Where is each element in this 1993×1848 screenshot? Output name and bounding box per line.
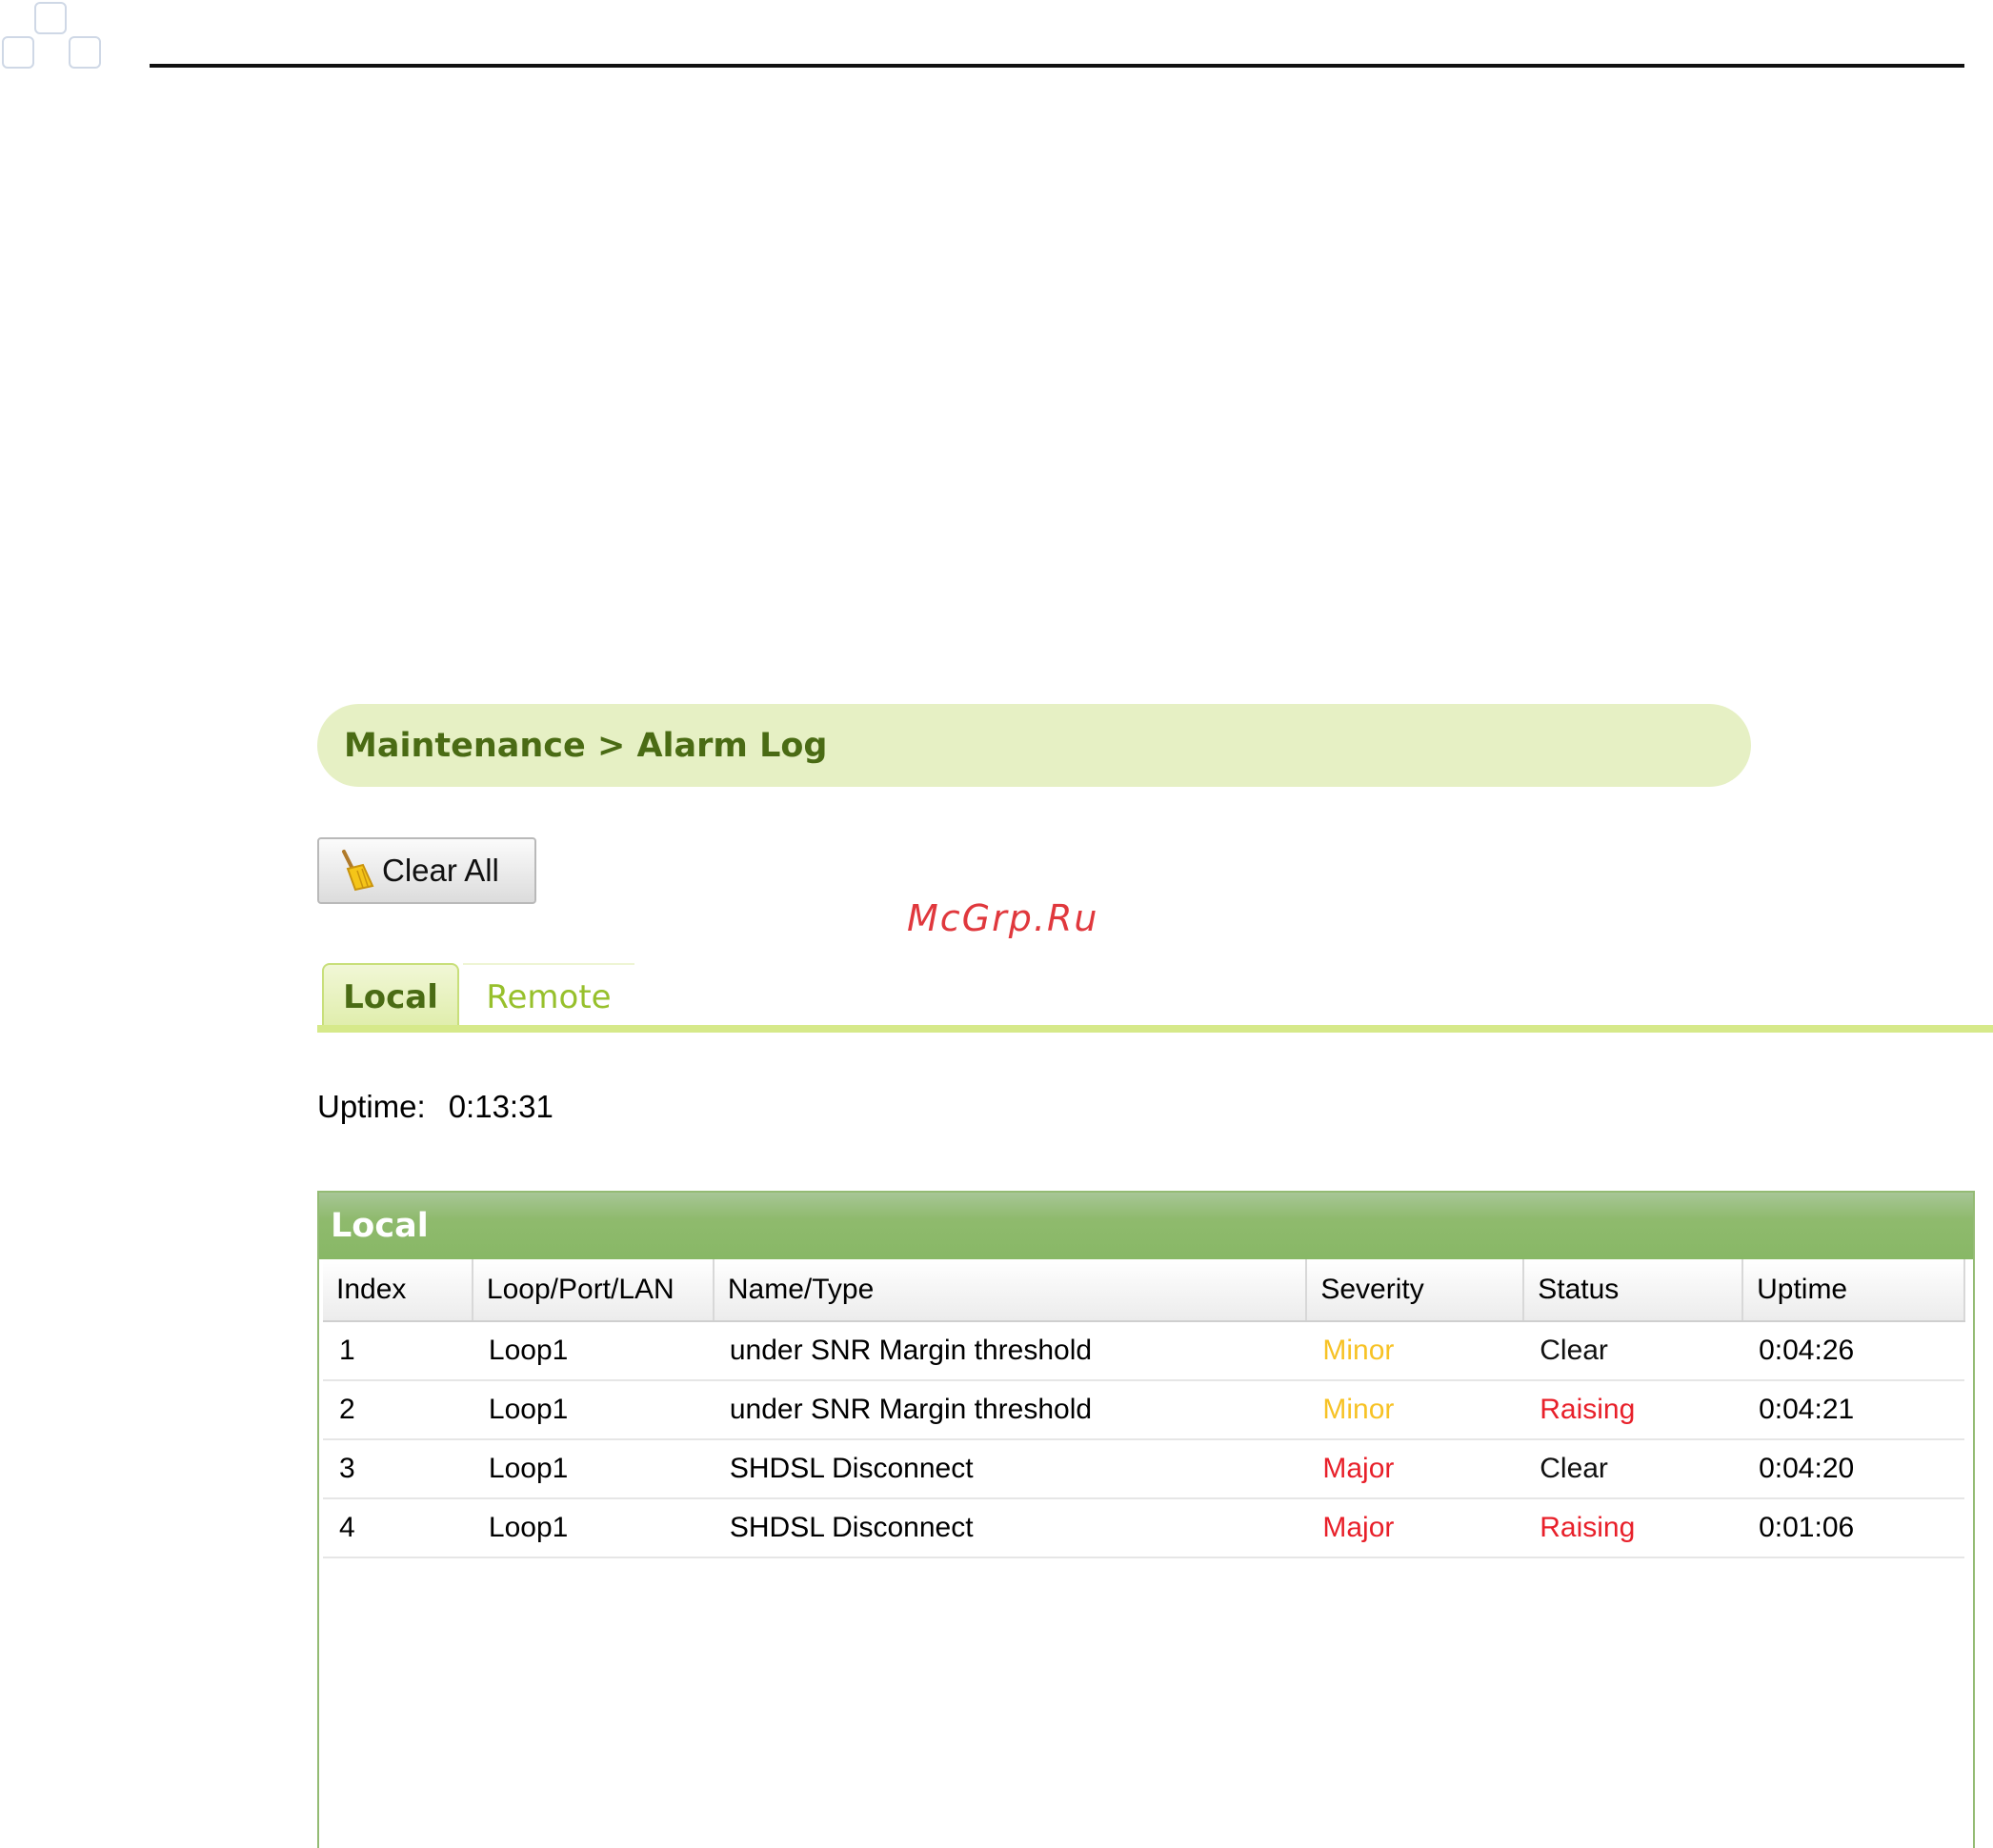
cell-status: Clear bbox=[1523, 1439, 1743, 1499]
column-header-status[interactable]: Status bbox=[1523, 1259, 1744, 1322]
column-header-loop[interactable]: Loop/Port/LAN bbox=[472, 1259, 715, 1322]
cell-uptime: 0:01:06 bbox=[1742, 1498, 1964, 1558]
table-row[interactable]: 2 Loop1 under SNR Margin threshold Minor… bbox=[323, 1380, 1964, 1440]
table-row[interactable]: 3 Loop1 SHDSL Disconnect Major Clear 0:0… bbox=[323, 1439, 1964, 1499]
cell-uptime: 0:04:20 bbox=[1742, 1439, 1964, 1499]
cell-uptime: 0:04:21 bbox=[1742, 1380, 1964, 1440]
corner-square-top bbox=[34, 2, 67, 34]
alarm-panel: Local Index Loop/Port/LAN Name/Type Seve… bbox=[317, 1191, 1975, 1848]
panel-title: Local bbox=[319, 1193, 1973, 1259]
clear-all-button[interactable]: Clear All bbox=[317, 837, 536, 904]
cell-index: 1 bbox=[323, 1321, 473, 1381]
header-rule bbox=[150, 64, 1964, 68]
breadcrumb-text: Maintenance > Alarm Log bbox=[344, 726, 828, 765]
cell-severity: Major bbox=[1306, 1498, 1524, 1558]
cell-name-type: under SNR Margin threshold bbox=[713, 1321, 1307, 1381]
corner-square-right bbox=[69, 36, 101, 69]
tab-local[interactable]: Local bbox=[322, 963, 459, 1030]
cell-name-type: SHDSL Disconnect bbox=[713, 1439, 1307, 1499]
cell-loop: Loop1 bbox=[472, 1439, 714, 1499]
column-header-index[interactable]: Index bbox=[323, 1259, 473, 1322]
cell-index: 4 bbox=[323, 1498, 473, 1558]
uptime-label: Uptime: bbox=[317, 1089, 426, 1124]
watermark-text: McGrp.Ru bbox=[907, 897, 1099, 939]
cell-loop: Loop1 bbox=[472, 1498, 714, 1558]
cell-status: Raising bbox=[1523, 1380, 1743, 1440]
cell-status: Raising bbox=[1523, 1498, 1743, 1558]
breadcrumb: Maintenance > Alarm Log bbox=[317, 704, 1751, 787]
uptime-value: 0:13:31 bbox=[448, 1089, 554, 1124]
table-header-row: Index Loop/Port/LAN Name/Type Severity S… bbox=[323, 1259, 1965, 1322]
clear-all-label: Clear All bbox=[382, 853, 499, 888]
tab-underline bbox=[317, 1025, 1993, 1033]
column-header-severity[interactable]: Severity bbox=[1306, 1259, 1525, 1322]
cell-severity: Minor bbox=[1306, 1380, 1524, 1440]
cell-status: Clear bbox=[1523, 1321, 1743, 1381]
alarm-table: Index Loop/Port/LAN Name/Type Severity S… bbox=[323, 1259, 1965, 1558]
corner-square-left bbox=[2, 36, 34, 69]
cell-loop: Loop1 bbox=[472, 1321, 714, 1381]
table-row[interactable]: 1 Loop1 under SNR Margin threshold Minor… bbox=[323, 1321, 1964, 1381]
cell-index: 2 bbox=[323, 1380, 473, 1440]
cell-loop: Loop1 bbox=[472, 1380, 714, 1440]
cell-uptime: 0:04:26 bbox=[1742, 1321, 1964, 1381]
cell-severity: Major bbox=[1306, 1439, 1524, 1499]
table-row[interactable]: 4 Loop1 SHDSL Disconnect Major Raising 0… bbox=[323, 1498, 1964, 1558]
cell-name-type: under SNR Margin threshold bbox=[713, 1380, 1307, 1440]
cell-name-type: SHDSL Disconnect bbox=[713, 1498, 1307, 1558]
broom-icon bbox=[342, 850, 374, 892]
cell-severity: Minor bbox=[1306, 1321, 1524, 1381]
uptime-row: Uptime: 0:13:31 bbox=[317, 1089, 554, 1125]
tab-remote[interactable]: Remote bbox=[463, 963, 634, 1030]
column-header-name-type[interactable]: Name/Type bbox=[713, 1259, 1308, 1322]
column-header-uptime[interactable]: Uptime bbox=[1742, 1259, 1965, 1322]
cell-index: 3 bbox=[323, 1439, 473, 1499]
